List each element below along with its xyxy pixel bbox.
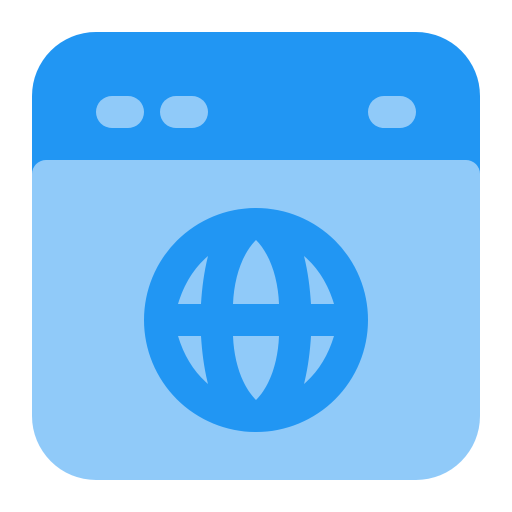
globe-icon	[144, 208, 368, 432]
window-dot-2	[160, 96, 208, 128]
browser-globe-icon	[0, 0, 512, 512]
browser-window-graphic	[32, 32, 480, 480]
window-dot-3	[368, 96, 416, 128]
window-dot-1	[96, 96, 144, 128]
